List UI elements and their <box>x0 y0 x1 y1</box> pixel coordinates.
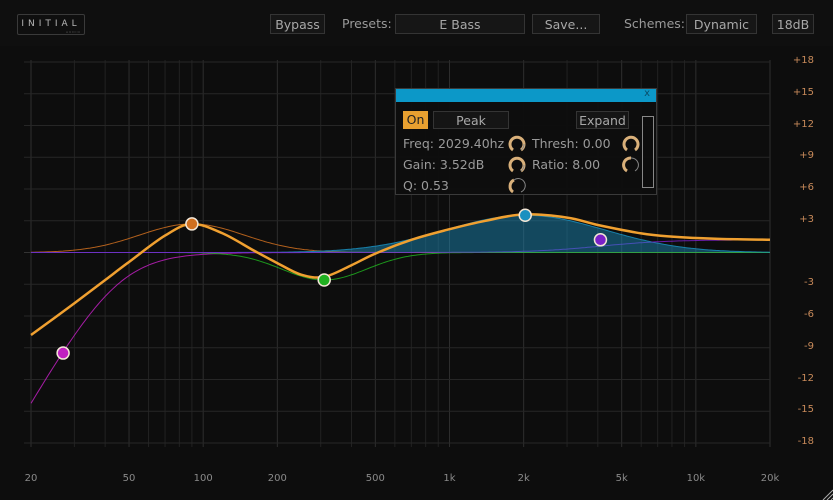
y-tick-label: +18 <box>792 55 814 66</box>
thresh-knob[interactable] <box>622 135 640 153</box>
presets-label: Presets: <box>342 16 392 31</box>
band-on-toggle[interactable]: On <box>403 111 428 129</box>
y-tick-label: -9 <box>804 340 814 352</box>
y-tick-label: +6 <box>799 182 814 193</box>
y-tick-label: -3 <box>804 277 814 289</box>
ratio-knob[interactable] <box>622 156 640 174</box>
save-button[interactable]: Save... <box>532 14 600 34</box>
band-1-node[interactable] <box>56 346 70 360</box>
y-tick-label: +9 <box>799 150 814 162</box>
schemes-label: Schemes: <box>624 16 686 31</box>
y-tick-label: -6 <box>804 309 814 320</box>
x-tick-label: 500 <box>365 473 385 484</box>
band-3-curve <box>31 252 770 281</box>
expand-button[interactable]: Expand <box>576 111 629 129</box>
composite-eq-curve <box>30 213 771 337</box>
bypass-button[interactable]: Bypass <box>270 14 325 34</box>
x-tick-label: 10k <box>686 473 706 484</box>
band-type-select[interactable]: Peak <box>433 111 509 129</box>
q-readout: Q: 0.53 <box>403 178 449 193</box>
x-tick-label: 20k <box>760 473 780 484</box>
level-meter <box>642 116 654 188</box>
range-button[interactable]: 18dB <box>772 14 814 34</box>
y-tick-label: +15 <box>792 86 814 98</box>
band-3-node[interactable] <box>317 273 331 287</box>
gain-knob[interactable] <box>508 156 526 174</box>
q-knob[interactable] <box>508 177 526 195</box>
x-tick-label: 2k <box>517 473 530 484</box>
band-editor-panel: x On Peak Expand Freq: 2029.40hz Gain: 3… <box>395 88 657 195</box>
panel-title-bar[interactable]: x <box>396 88 656 102</box>
top-toolbar: INITIAL AUDIO Bypass Presets: E Bass Sav… <box>0 0 833 46</box>
scheme-select[interactable]: Dynamic <box>686 14 757 34</box>
thresh-readout: Thresh: 0.00 <box>532 136 611 151</box>
x-tick-label: 1k <box>443 473 456 484</box>
y-tick-label: -18 <box>797 436 814 447</box>
close-icon[interactable]: x <box>644 88 650 99</box>
band-2-node[interactable] <box>185 217 199 231</box>
band-4-node[interactable] <box>518 208 532 222</box>
x-tick-label: 100 <box>193 473 213 484</box>
gain-readout: Gain: 3.52dB <box>403 157 485 172</box>
preset-select[interactable]: E Bass <box>395 14 525 34</box>
freq-knob[interactable] <box>508 135 526 153</box>
logo-subtitle: AUDIO <box>66 30 81 34</box>
x-tick-label: 20 <box>24 473 38 484</box>
x-tick-label: 200 <box>267 473 287 484</box>
y-tick-label: +3 <box>799 213 814 225</box>
resize-grip-icon[interactable] <box>821 488 833 500</box>
band-1-curve <box>30 252 770 404</box>
ratio-readout: Ratio: 8.00 <box>532 157 601 172</box>
y-tick-label: -12 <box>797 372 814 384</box>
x-tick-label: 5k <box>615 473 628 484</box>
y-tick-label: +12 <box>792 118 814 130</box>
band-5-node[interactable] <box>593 233 608 247</box>
x-tick-label: 50 <box>122 473 136 484</box>
freq-readout: Freq: 2029.40hz <box>403 136 505 151</box>
y-tick-label: -15 <box>797 404 814 416</box>
